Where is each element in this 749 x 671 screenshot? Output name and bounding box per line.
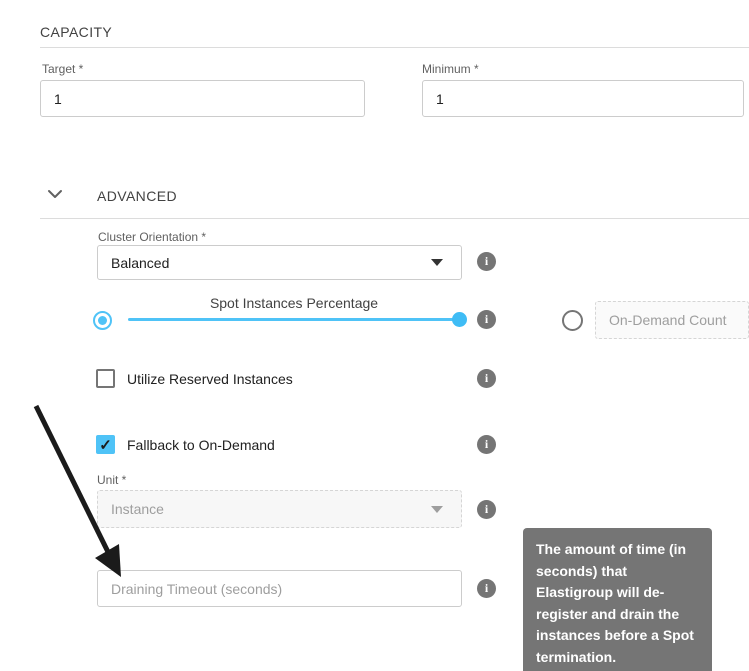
minimum-label: Minimum *	[422, 62, 479, 76]
spot-percentage-slider[interactable]	[128, 318, 460, 321]
chevron-down-icon[interactable]	[47, 187, 63, 205]
spot-percentage-slider-thumb[interactable]	[452, 312, 467, 327]
draining-timeout-tooltip: The amount of time (in seconds) that Ela…	[523, 528, 712, 671]
advanced-section-title[interactable]: ADVANCED	[97, 188, 177, 204]
cluster-orientation-select[interactable]: Balanced	[97, 245, 462, 280]
unit-label: Unit *	[97, 473, 126, 487]
utilize-reserved-label: Utilize Reserved Instances	[127, 371, 293, 387]
unit-info-icon[interactable]: i	[477, 500, 496, 519]
on-demand-count-radio[interactable]	[562, 310, 583, 331]
cluster-orientation-value: Balanced	[111, 255, 169, 271]
fallback-on-demand-checkbox[interactable]: ✓	[96, 435, 115, 454]
checkmark-icon: ✓	[99, 436, 112, 454]
fallback-on-demand-info-icon[interactable]: i	[477, 435, 496, 454]
cluster-orientation-label: Cluster Orientation *	[98, 230, 206, 244]
unit-value: Instance	[111, 501, 164, 517]
utilize-reserved-info-icon[interactable]: i	[477, 369, 496, 388]
minimum-input[interactable]	[422, 80, 744, 117]
target-label: Target *	[42, 62, 83, 76]
spot-percentage-label: Spot Instances Percentage	[128, 295, 460, 311]
unit-select[interactable]: Instance	[97, 490, 462, 528]
capacity-divider	[40, 47, 749, 48]
draining-timeout-input[interactable]	[97, 570, 462, 607]
spot-percentage-info-icon[interactable]: i	[477, 310, 496, 329]
dropdown-caret-icon	[431, 506, 443, 513]
on-demand-count-input[interactable]	[595, 301, 749, 339]
cluster-orientation-info-icon[interactable]: i	[477, 252, 496, 271]
utilize-reserved-checkbox[interactable]	[96, 369, 115, 388]
draining-timeout-info-icon[interactable]: i	[477, 579, 496, 598]
target-input[interactable]	[40, 80, 365, 117]
capacity-form-page: CAPACITY Target * Minimum * ADVANCED Clu…	[0, 0, 749, 671]
capacity-section-title: CAPACITY	[40, 24, 112, 40]
dropdown-caret-icon	[431, 259, 443, 266]
spot-percentage-radio[interactable]	[93, 311, 112, 330]
tooltip-text: The amount of time (in seconds) that Ela…	[536, 541, 694, 665]
advanced-divider	[40, 218, 749, 219]
fallback-on-demand-label: Fallback to On-Demand	[127, 437, 275, 453]
